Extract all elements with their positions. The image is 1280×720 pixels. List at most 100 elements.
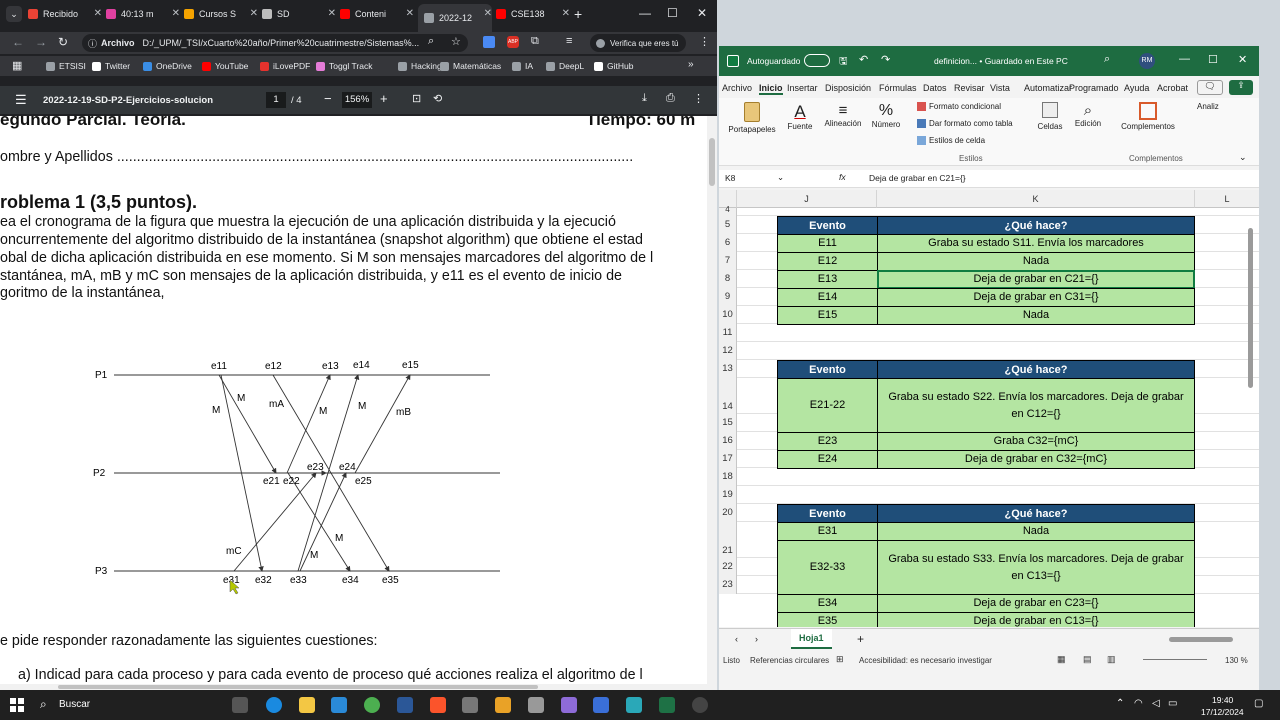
- row-header[interactable]: 12: [719, 342, 737, 360]
- row-header[interactable]: 20: [719, 504, 737, 522]
- table-header-que-hace[interactable]: ¿Qué hace?: [877, 504, 1195, 523]
- ribbon-tab[interactable]: Datos: [923, 83, 947, 93]
- table-header-evento[interactable]: Evento: [777, 360, 878, 379]
- normal-view-icon[interactable]: ▦: [1057, 654, 1066, 665]
- bookmark-item[interactable]: Toggl Track: [316, 61, 372, 71]
- page-input[interactable]: 1: [266, 92, 286, 108]
- tab-3[interactable]: SD ✕: [262, 4, 336, 24]
- close-tab-icon[interactable]: ✕: [250, 8, 258, 19]
- row-header[interactable]: 14: [719, 378, 737, 414]
- reload-icon[interactable]: ↻: [58, 35, 68, 49]
- row-header[interactable]: 7: [719, 252, 737, 270]
- bookmark-item[interactable]: Twitter: [92, 61, 130, 71]
- event-cell[interactable]: E32-33: [777, 540, 878, 595]
- media-icon[interactable]: ≡: [566, 35, 572, 47]
- bookmark-item[interactable]: Matemáticas: [440, 61, 501, 71]
- search-icon[interactable]: ⌕: [1104, 53, 1110, 66]
- row-header[interactable]: 9: [719, 288, 737, 306]
- row-header[interactable]: 19: [719, 486, 737, 504]
- excel-minimize-button[interactable]: —: [1179, 53, 1190, 65]
- brave-icon[interactable]: [430, 697, 446, 713]
- bookmark-item[interactable]: iLovePDF: [260, 61, 310, 71]
- row-header[interactable]: 17: [719, 450, 737, 468]
- tab-search-button[interactable]: ⌄: [6, 6, 22, 22]
- sheet-tab-hoja1[interactable]: Hoja1: [791, 629, 832, 649]
- ribbon-tab[interactable]: Inicio: [759, 83, 783, 95]
- user-avatar[interactable]: RM: [1139, 53, 1155, 69]
- namebox-dropdown-icon[interactable]: ⌄: [777, 172, 784, 183]
- bookmark-item[interactable]: YouTube: [202, 61, 248, 71]
- bookmark-item[interactable]: IA: [512, 61, 533, 71]
- description-cell[interactable]: Deja de grabar en C13={}: [877, 612, 1195, 627]
- number-group[interactable]: % Número: [869, 102, 903, 129]
- description-cell[interactable]: Graba su estado S33. Envía los marcadore…: [877, 540, 1195, 595]
- row-header[interactable]: 11: [719, 324, 737, 342]
- forward-icon[interactable]: →: [35, 35, 47, 49]
- app-icon[interactable]: [495, 697, 511, 713]
- cells-group[interactable]: Celdas: [1035, 102, 1065, 131]
- pdf-menu-icon[interactable]: ⋮: [693, 92, 704, 105]
- spreadsheet-grid[interactable]: J K L 4 5 6 7 8 9 10 11 12 13 14 15 16 17 18 19 20 21 22 23…: [719, 190, 1259, 627]
- row-header[interactable]: 4: [719, 206, 737, 216]
- download-icon[interactable]: ⤓: [642, 92, 647, 105]
- translate-icon[interactable]: [483, 36, 495, 48]
- event-cell[interactable]: E21-22: [777, 378, 878, 433]
- volume-icon[interactable]: ◁: [1152, 698, 1160, 709]
- row-header[interactable]: 6: [719, 234, 737, 252]
- taskbar-search-icon[interactable]: ⌕: [40, 697, 47, 712]
- clipboard-group[interactable]: Portapapeles: [727, 102, 777, 134]
- autosave-toggle[interactable]: [804, 54, 830, 67]
- ribbon-tab[interactable]: Archivo: [722, 83, 752, 93]
- description-cell[interactable]: Graba C32={mC}: [877, 432, 1195, 451]
- undo-icon[interactable]: ↶: [859, 53, 868, 66]
- ribbon-tab[interactable]: Revisar: [954, 83, 985, 93]
- add-sheet-icon[interactable]: +: [857, 632, 864, 646]
- bookmark-item[interactable]: Hacking: [398, 61, 442, 71]
- chrome-icon[interactable]: [364, 697, 380, 713]
- description-cell[interactable]: Deja de grabar en C21={}: [877, 270, 1195, 289]
- event-cell[interactable]: E34: [777, 594, 878, 613]
- ribbon-tab[interactable]: Disposición: [825, 83, 871, 93]
- url-field[interactable]: ⓘ Archivo D:/_UPM/_TSI/xCuarto%20año/Pri…: [82, 34, 468, 52]
- ribbon-tab[interactable]: Acrobat: [1157, 83, 1188, 93]
- back-icon[interactable]: ←: [12, 35, 24, 49]
- extensions-icon[interactable]: ⧉: [531, 35, 539, 48]
- table-header-que-hace[interactable]: ¿Qué hace?: [877, 360, 1195, 379]
- edge-icon[interactable]: [266, 697, 282, 713]
- description-cell[interactable]: Nada: [877, 252, 1195, 271]
- formula-input[interactable]: Deja de grabar en C21={}: [869, 173, 966, 183]
- taskbar-search-label[interactable]: Buscar: [59, 699, 90, 710]
- ribbon-tab[interactable]: Ayuda: [1124, 83, 1149, 93]
- ribbon-tab[interactable]: Automatizar: [1024, 83, 1072, 93]
- tab-1[interactable]: 40:13 m ✕: [106, 4, 180, 24]
- column-header-J[interactable]: J: [737, 190, 877, 208]
- app-icon[interactable]: [561, 697, 577, 713]
- ribbon-tab[interactable]: Fórmulas: [879, 83, 917, 93]
- filename[interactable]: definicion... • Guardado en Este PC: [934, 56, 1068, 66]
- cond-format-button[interactable]: Formato condicional: [917, 102, 1001, 111]
- app-icon[interactable]: [626, 697, 642, 713]
- description-cell[interactable]: Nada: [877, 522, 1195, 541]
- profile-chip[interactable]: Verifica que eres tú: [590, 34, 686, 52]
- close-tab-icon[interactable]: ✕: [406, 8, 414, 19]
- description-cell[interactable]: Deja de grabar en C23={}: [877, 594, 1195, 613]
- adblock-icon[interactable]: ABP: [507, 36, 519, 48]
- tab-0[interactable]: Recibido ✕: [28, 4, 102, 24]
- apps-icon[interactable]: ▦: [12, 59, 22, 72]
- row-header[interactable]: 16: [719, 432, 737, 450]
- table-header-que-hace[interactable]: ¿Qué hace?: [877, 216, 1195, 235]
- event-cell[interactable]: E31: [777, 522, 878, 541]
- zoom-level[interactable]: 130 %: [1225, 656, 1248, 665]
- description-cell[interactable]: Deja de grabar en C32={mC}: [877, 450, 1195, 469]
- tab-2[interactable]: Cursos S ✕: [184, 4, 258, 24]
- tray-chevron-icon[interactable]: ⌃: [1116, 698, 1124, 709]
- notification-icon[interactable]: ▢: [1254, 698, 1263, 709]
- zoom-out-icon[interactable]: −: [324, 91, 332, 106]
- row-header[interactable]: 13: [719, 360, 737, 378]
- calculator-icon[interactable]: [462, 697, 478, 713]
- wifi-icon[interactable]: ◠: [1134, 698, 1143, 709]
- zoom-slider[interactable]: [1143, 659, 1207, 660]
- tab-4[interactable]: Conteni ✕: [340, 4, 414, 24]
- prev-sheet-icon[interactable]: ‹: [735, 634, 738, 644]
- status-circular[interactable]: Referencias circulares: [750, 656, 829, 665]
